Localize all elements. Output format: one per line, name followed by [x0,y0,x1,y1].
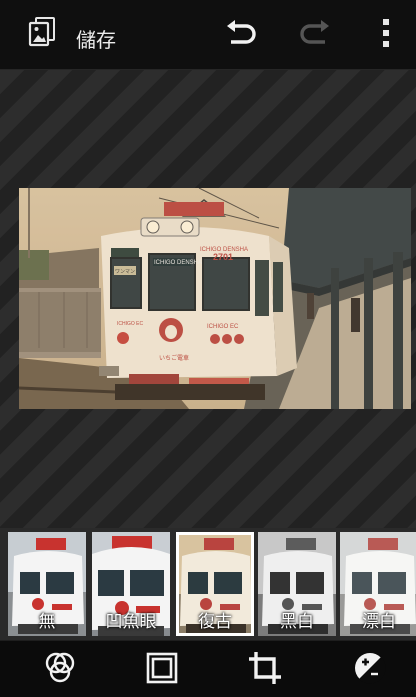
filter-label: 復古 [198,612,232,632]
filter-bleach[interactable]: 漂白 [340,532,416,636]
gallery-app-button[interactable] [26,0,58,70]
filter-vintage[interactable]: 復古 [176,532,254,636]
bottom-toolbar [0,640,416,697]
filters-tool-button[interactable] [30,641,90,697]
redo-icon [298,18,332,52]
filters-icon [43,651,77,689]
photo-preview[interactable]: ICHIGO DENSHA 2701 ICHIGO DENSHA ICHIGO … [19,188,411,409]
overflow-menu-button[interactable] [374,0,398,70]
filter-label: 無 [38,612,56,632]
filter-black-white[interactable]: 黑白 [258,532,336,636]
filter-filmstrip: 無 凹魚眼 復古 黑白 漂白 [0,528,416,640]
frame-icon [146,652,178,688]
filter-label: 凹魚眼 [105,612,157,632]
crop-icon [247,650,283,690]
exposure-tool-button[interactable] [340,641,400,697]
filter-label: 黑白 [280,612,314,632]
undo-button[interactable] [222,0,260,70]
exposure-icon [353,651,387,689]
filter-fisheye[interactable]: 凹魚眼 [92,532,170,636]
save-button[interactable]: 儲存 [76,24,116,53]
filter-none[interactable]: 無 [8,532,86,636]
overflow-menu-icon [381,17,391,53]
crop-tool-button[interactable] [235,641,295,697]
action-bar: 儲存 [0,0,416,70]
frame-tool-button[interactable] [132,641,192,697]
undo-icon [224,18,258,52]
redo-button[interactable] [296,0,334,70]
gallery-icon [27,16,57,54]
filter-label: 漂白 [362,612,396,632]
